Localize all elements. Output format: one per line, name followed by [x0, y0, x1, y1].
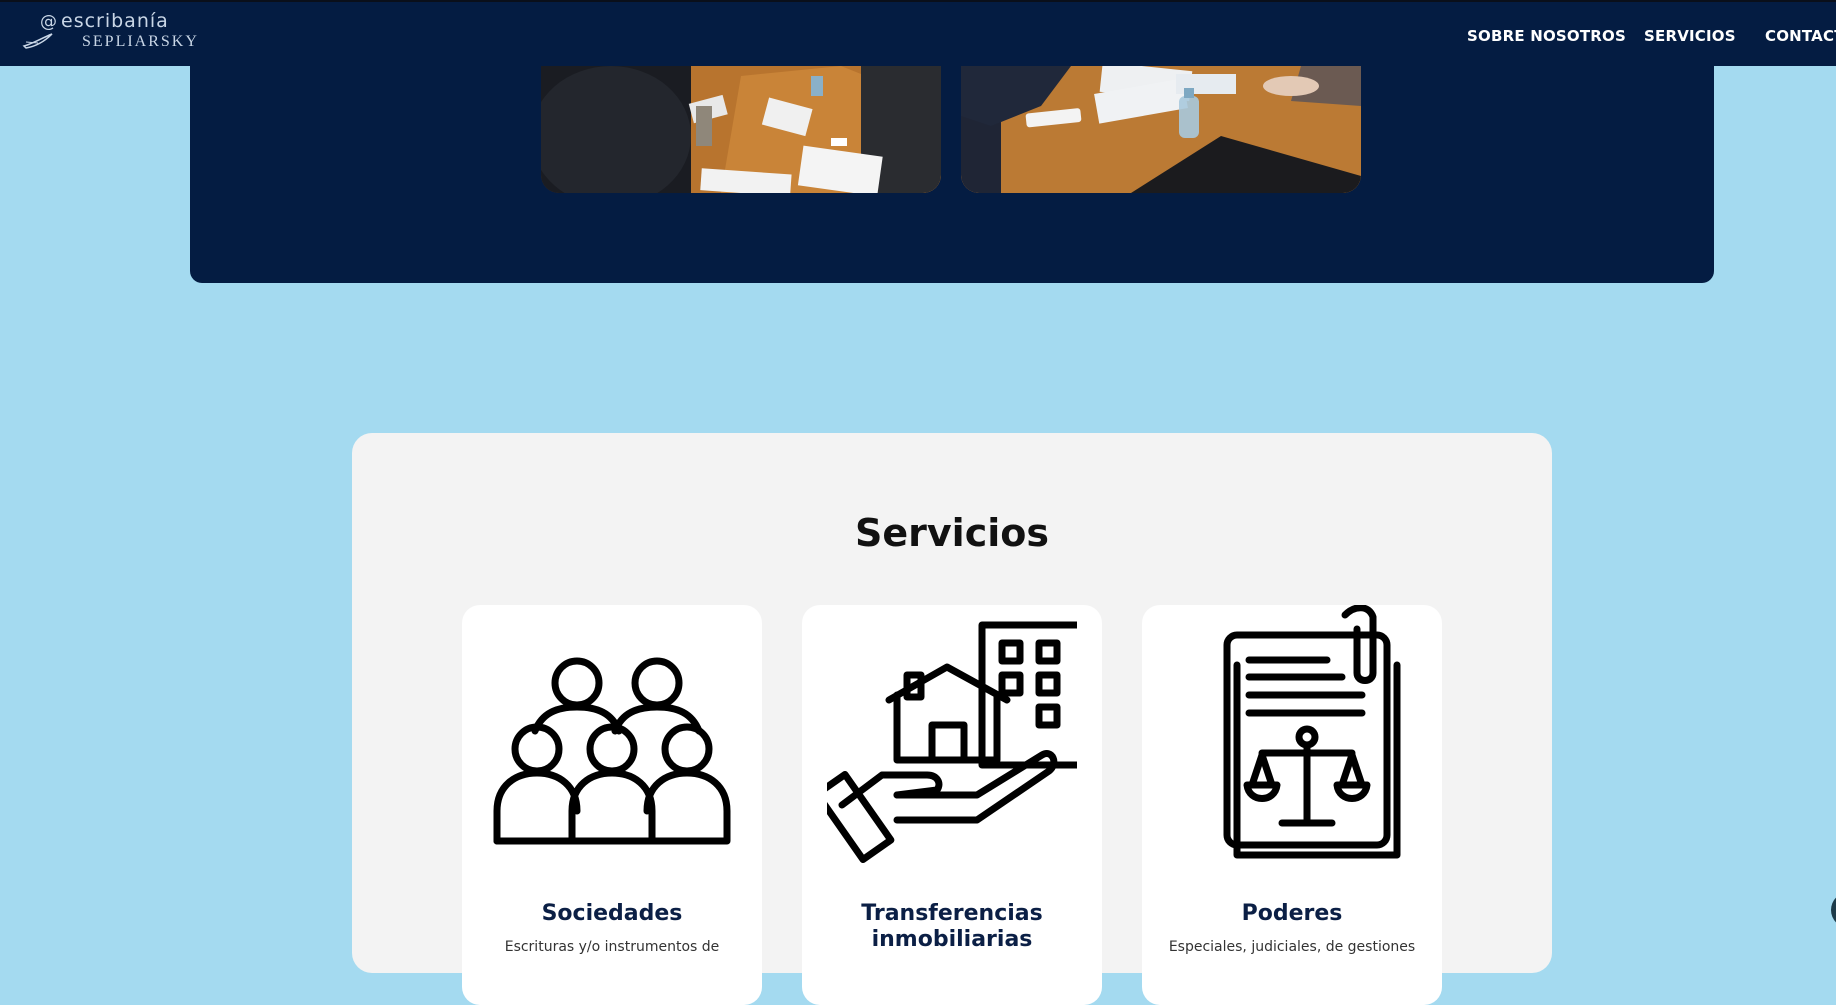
services-title: Servicios — [855, 511, 1049, 555]
group-people-icon — [462, 621, 762, 851]
service-title-sociedades: Sociedades — [541, 901, 683, 926]
legal-document-icon — [1142, 605, 1442, 859]
hero-section — [190, 66, 1714, 283]
meeting-photo-left — [541, 66, 941, 193]
chat-widget-button[interactable] — [1831, 892, 1836, 928]
meeting-photo-right — [961, 66, 1361, 193]
service-desc-poderes: Especiales, judiciales, de gestiones — [1168, 939, 1416, 955]
nav-sobre-nosotros[interactable]: SOBRE NOSOTROS — [1467, 27, 1626, 45]
logo-at-symbol: @ — [40, 12, 57, 32]
service-desc-sociedades: Escrituras y/o instrumentos de — [504, 939, 720, 955]
logo-line2: SEPLIARSKY — [82, 33, 199, 50]
service-title-poderes: Poderes — [1241, 901, 1343, 926]
service-title-transferencias: Transferencias inmobiliarias — [861, 901, 1043, 952]
quill-icon — [22, 33, 53, 49]
nav-contacto[interactable]: CONTACTO — [1765, 27, 1836, 45]
service-card-transferencias[interactable]: Transferencias inmobiliarias — [802, 605, 1102, 1005]
logo-line1: escribanía — [61, 10, 169, 32]
nav-servicios[interactable]: SERVICIOS — [1644, 27, 1736, 45]
top-navbar: @ escribanía SEPLIARSKY SOBRE NOSOTROS SE… — [0, 0, 1836, 66]
service-card-poderes[interactable]: Poderes Especiales, judiciales, de gesti… — [1142, 605, 1442, 1005]
service-card-sociedades[interactable]: Sociedades Escrituras y/o instrumentos d… — [462, 605, 762, 1005]
house-in-hand-icon — [802, 621, 1102, 864]
services-section: Servicios Sociedades Escrituras y/o inst… — [352, 433, 1552, 1005]
